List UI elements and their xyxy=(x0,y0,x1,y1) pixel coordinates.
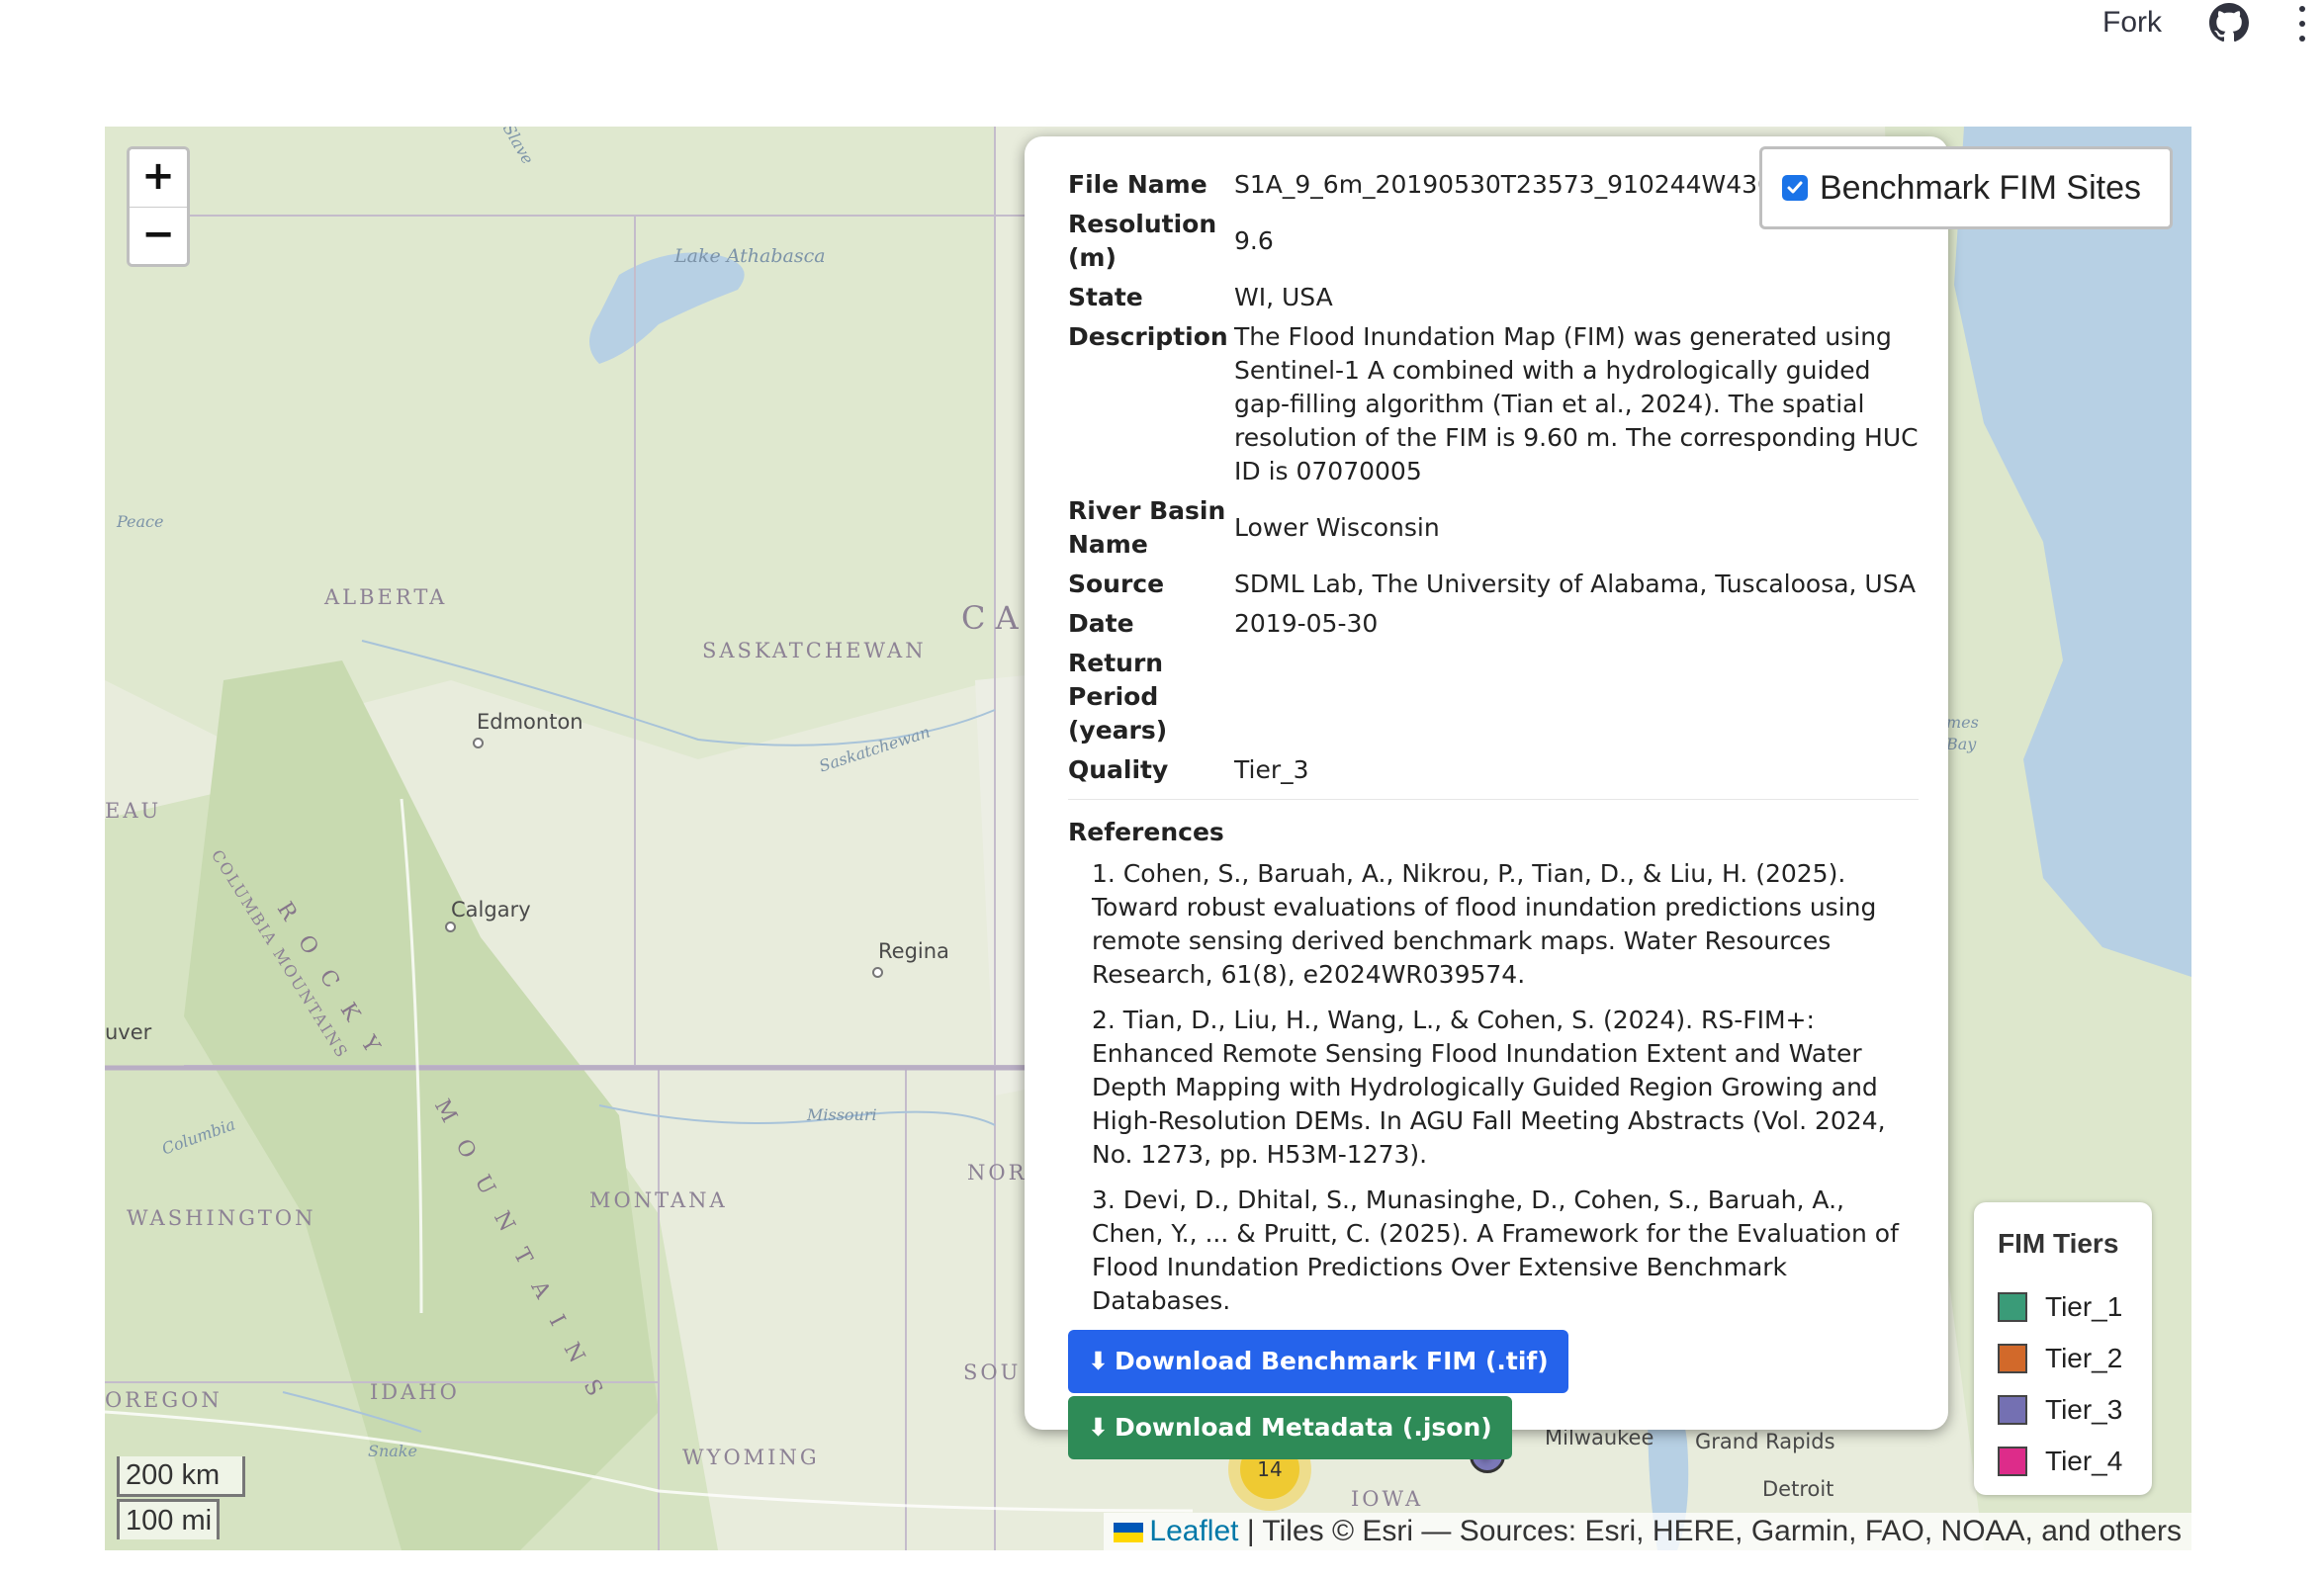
label-eau: EAU xyxy=(105,799,162,823)
prop-key: Return Period (years) xyxy=(1068,649,1168,745)
kebab-menu-icon[interactable] xyxy=(2296,6,2308,42)
prop-row-description: Description The Flood Inundation Map (FI… xyxy=(1068,318,1919,488)
prop-row-state: State WI, USA xyxy=(1068,279,1919,314)
label-lake-athabasca: Lake Athabasca xyxy=(674,245,826,267)
label-detroit: Detroit xyxy=(1762,1477,1834,1501)
legend-title: FIM Tiers xyxy=(1998,1228,2119,1259)
divider xyxy=(1068,799,1919,800)
legend-swatch-tier-4 xyxy=(1998,1447,2027,1476)
prop-key: Description xyxy=(1068,322,1228,351)
legend-label: Tier_2 xyxy=(2045,1343,2123,1373)
label-oregon: OREGON xyxy=(105,1388,223,1412)
download-arrow-icon: ⬇ xyxy=(1088,1413,1109,1442)
download-json-button[interactable]: ⬇ Download Metadata (.json) xyxy=(1068,1396,1512,1459)
label-montana: MONTANA xyxy=(589,1188,728,1212)
popup-content: File Name S1A_9_6m_20190530T23573_910244… xyxy=(1068,166,1919,1462)
label-regina: Regina xyxy=(878,939,949,963)
layer-control[interactable]: Benchmark FIM Sites xyxy=(1759,146,2173,229)
references-title: References xyxy=(1068,818,1224,846)
app-header: Fork xyxy=(0,0,2324,59)
prop-value: Tier_3 xyxy=(1234,755,1309,784)
label-missouri-river: Missouri xyxy=(807,1105,877,1124)
prop-value: Lower Wisconsin xyxy=(1234,513,1440,542)
scale-control: 200 km 100 mi xyxy=(117,1456,245,1539)
prop-row-date: Date 2019-05-30 xyxy=(1068,605,1919,641)
prop-value: 2019-05-30 xyxy=(1234,609,1379,638)
prop-row-return-period: Return Period (years) xyxy=(1068,645,1919,747)
prop-key: Source xyxy=(1068,570,1165,598)
label-washington: WASHINGTON xyxy=(127,1206,316,1230)
legend-label: Tier_4 xyxy=(2045,1446,2123,1476)
legend-swatch-tier-1 xyxy=(1998,1292,2027,1322)
label-idaho: IDAHO xyxy=(370,1380,460,1404)
reference-item: 2. Tian, D., Liu, H., Wang, L., & Cohen,… xyxy=(1092,1006,1886,1169)
prop-key: State xyxy=(1068,283,1143,311)
legend-item: Tier_2 xyxy=(1998,1333,2128,1384)
label-calgary: Calgary xyxy=(451,898,531,922)
city-dot-regina xyxy=(872,967,883,978)
legend-swatch-tier-3 xyxy=(1998,1395,2027,1425)
prop-key: Date xyxy=(1068,609,1134,638)
prop-value: The Flood Inundation Map (FIM) was gener… xyxy=(1234,322,1919,485)
prop-value: WI, USA xyxy=(1234,283,1333,311)
layer-label: Benchmark FIM Sites xyxy=(1820,168,2141,207)
legend-swatch-tier-2 xyxy=(1998,1344,2027,1373)
legend-label: Tier_1 xyxy=(2045,1291,2123,1322)
label-edmonton: Edmonton xyxy=(477,710,583,734)
legend-item: Tier_1 xyxy=(1998,1281,2128,1333)
prop-key: Quality xyxy=(1068,755,1169,784)
prop-key: River Basin Name xyxy=(1068,496,1226,559)
zoom-control: + − xyxy=(127,146,190,267)
scale-mi: 100 mi xyxy=(117,1499,220,1539)
legend-label: Tier_3 xyxy=(2045,1394,2123,1425)
checkmark-icon xyxy=(1787,181,1803,194)
label-canada: CA xyxy=(961,599,1028,637)
site-info-popup: File Name S1A_9_6m_20190530T23573_910244… xyxy=(1025,136,1948,1459)
fork-link[interactable]: Fork xyxy=(2102,6,2162,40)
label-north: NOR xyxy=(967,1161,1028,1185)
download-tif-label: Download Benchmark FIM (.tif) xyxy=(1114,1347,1549,1375)
map-attribution: Leaflet | Tiles © Esri — Sources: Esri, … xyxy=(1104,1513,2191,1550)
prop-value: SDML Lab, The University of Alabama, Tus… xyxy=(1234,570,1917,598)
label-wyoming: WYOMING xyxy=(682,1446,820,1469)
attribution-text: | Tiles © Esri — Sources: Esri, HERE, Ga… xyxy=(1238,1515,2182,1547)
prop-row-source: Source SDML Lab, The University of Alaba… xyxy=(1068,566,1919,601)
prop-key: Resolution (m) xyxy=(1068,210,1217,272)
ukraine-flag-icon xyxy=(1114,1523,1144,1543)
github-icon[interactable] xyxy=(2209,3,2249,43)
legend-item: Tier_4 xyxy=(1998,1436,2128,1487)
reference-item: 1. Cohen, S., Baruah, A., Nikrou, P., Ti… xyxy=(1092,859,1877,989)
legend-item: Tier_3 xyxy=(1998,1384,2128,1436)
prop-value xyxy=(1234,645,1919,747)
scale-km: 200 km xyxy=(117,1456,245,1497)
download-buttons: ⬇ Download Benchmark FIM (.tif) ⬇ Download… xyxy=(1068,1330,1919,1462)
label-saskatchewan: SASKATCHEWAN xyxy=(702,639,927,662)
reference-item: 3. Devi, D., Dhital, S., Munasinghe, D.,… xyxy=(1092,1185,1899,1315)
city-dot-calgary xyxy=(445,922,456,932)
leaflet-link[interactable]: Leaflet xyxy=(1149,1515,1238,1547)
prop-row-river-basin: River Basin Name Lower Wisconsin xyxy=(1068,492,1919,562)
prop-row-quality: Quality Tier_3 xyxy=(1068,751,1919,787)
layer-checkbox[interactable] xyxy=(1782,175,1808,201)
download-arrow-icon: ⬇ xyxy=(1088,1347,1109,1375)
prop-key: File Name xyxy=(1068,170,1207,199)
label-peace-river: Peace xyxy=(117,512,164,531)
label-james-bay: mes Bay xyxy=(1946,713,1979,753)
label-vancouver: uver xyxy=(105,1020,152,1044)
label-south: SOU xyxy=(963,1361,1022,1384)
zoom-in-button[interactable]: + xyxy=(130,149,187,207)
fim-tiers-legend: FIM Tiers Tier_1 Tier_2 Tier_3 Tier_4 xyxy=(1974,1202,2152,1495)
download-tif-button[interactable]: ⬇ Download Benchmark FIM (.tif) xyxy=(1068,1330,1568,1393)
label-alberta: ALBERTA xyxy=(324,585,448,609)
city-dot-edmonton xyxy=(473,738,484,748)
label-iowa: IOWA xyxy=(1351,1487,1424,1511)
zoom-out-button[interactable]: − xyxy=(130,207,187,264)
label-snake-river: Snake xyxy=(368,1442,417,1460)
download-json-label: Download Metadata (.json) xyxy=(1114,1413,1492,1442)
